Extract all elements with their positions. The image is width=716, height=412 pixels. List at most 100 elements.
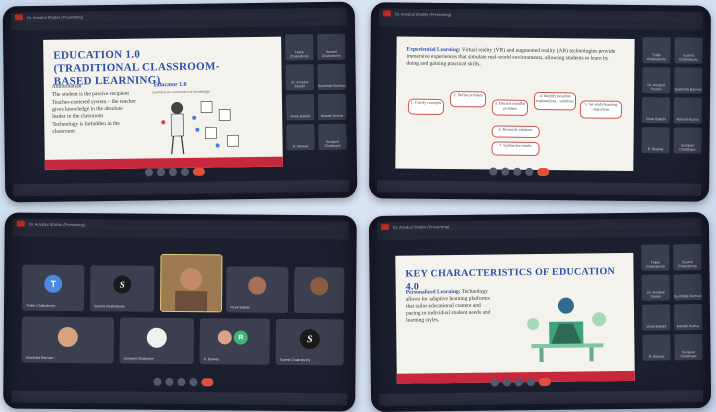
window-title: Dr. Arnabul Shahin (Presenting) bbox=[28, 221, 86, 227]
participant-tile[interactable]: Dr. Arnabul Shahin bbox=[641, 274, 670, 301]
avatar bbox=[57, 326, 78, 348]
bullet-item: The student is the passive recipient bbox=[51, 90, 130, 98]
share-button[interactable] bbox=[168, 168, 178, 177]
app-icon bbox=[380, 223, 389, 230]
participant-name: Surajeet Chatterjee bbox=[680, 350, 697, 359]
share-button[interactable] bbox=[513, 167, 522, 176]
diagram-label: Educator 1.0 bbox=[153, 81, 187, 89]
participant-tile[interactable]: Surajeet Chatterjee bbox=[673, 127, 702, 154]
more-button[interactable] bbox=[525, 167, 534, 176]
participant-name: R. Biswas bbox=[647, 147, 664, 152]
participant-tile[interactable]: Vivek Bakshi bbox=[285, 94, 315, 121]
participant-tile[interactable]: Vivek Bakshi bbox=[641, 97, 671, 124]
avatar: S bbox=[113, 275, 132, 294]
participant-name: Tinkle Chakraborty bbox=[289, 50, 309, 59]
participant-name: Sushmita Barman bbox=[25, 355, 54, 360]
slide: EDUCATION 1.0 (TRADITIONAL CLASSROOM-BAS… bbox=[43, 36, 283, 170]
video-tile[interactable]: T Tinkle Chakraborty bbox=[22, 264, 85, 312]
participant-tile[interactable]: Dr. Arnabul Shahin bbox=[642, 67, 671, 94]
slide: Experiential Learning: Virtual reality (… bbox=[395, 36, 635, 171]
participant-column: Tinkle Chakraborty Susmit Chakraborty Dr… bbox=[371, 2, 711, 154]
participant-tile[interactable]: Sushmita Barman bbox=[317, 63, 346, 91]
participant-tile[interactable]: Manish Kumar bbox=[673, 304, 703, 331]
window-title: Dr. Arnabul Shahin (Presenting) bbox=[392, 223, 450, 230]
participant-tile[interactable]: Vivek Bakshi bbox=[641, 304, 671, 331]
participant-tile[interactable]: R. Biswas bbox=[286, 124, 315, 151]
video-tile[interactable]: Surajeet Chatterjee bbox=[119, 317, 194, 365]
participant-tile[interactable]: R. Biswas bbox=[641, 127, 670, 154]
participant-tile[interactable]: Susmit Chakraborty bbox=[673, 244, 702, 271]
participant-tile[interactable]: Tinkle Chakraborty bbox=[285, 34, 314, 61]
avatar bbox=[310, 277, 329, 296]
video-tile[interactable]: Sushmita Barman bbox=[21, 316, 114, 364]
participant-tile[interactable]: Susmit Chakraborty bbox=[674, 37, 703, 64]
mic-button[interactable] bbox=[490, 378, 499, 387]
bullet-paragraph: Personalized Learning: Technology allows… bbox=[406, 289, 494, 325]
video-tile-active-speaker[interactable] bbox=[160, 253, 223, 313]
slide: KEY CHARACTERISTICS OF EDUCATION 4.0 Per… bbox=[395, 252, 635, 384]
app-icon bbox=[382, 10, 391, 17]
participant-tile[interactable]: Sushmita Barman bbox=[673, 274, 702, 301]
hangup-button[interactable] bbox=[537, 167, 550, 177]
share-button[interactable] bbox=[514, 378, 523, 387]
participant-name: Susmit Chakraborty bbox=[94, 304, 125, 309]
more-button[interactable] bbox=[189, 378, 198, 387]
participant-name: Sushmita Barman bbox=[674, 87, 703, 92]
participant-tile[interactable]: Surajeet Chatterjee bbox=[674, 334, 703, 361]
participant-tile[interactable]: Dr. Arnabul Shahin bbox=[285, 64, 314, 91]
participant-name: Surajeet Chatterjee bbox=[123, 356, 154, 361]
more-button[interactable] bbox=[180, 167, 190, 176]
mic-button[interactable] bbox=[489, 167, 498, 176]
participant-tile[interactable]: Surajeet Chatterjee bbox=[318, 123, 347, 151]
participant-name: R. Biswas bbox=[292, 144, 309, 149]
photo-panel-1: Dr. Arnabul Shahin (Presenting) EDUCATIO… bbox=[2, 1, 358, 203]
participant-tile[interactable]: Tinkle Chakraborty bbox=[642, 37, 671, 64]
participant-tile[interactable]: Sushmita Barman bbox=[674, 67, 703, 94]
participant-tile[interactable]: Susmit Chakraborty bbox=[317, 33, 346, 61]
flow-step: 1. Clarify concepts bbox=[407, 98, 445, 115]
hangup-button[interactable] bbox=[538, 377, 551, 387]
camera-button[interactable] bbox=[502, 378, 511, 387]
camera-button[interactable] bbox=[156, 168, 166, 177]
flow-step: 7. Synthesize results bbox=[491, 141, 540, 156]
student-laptop-illustration bbox=[527, 297, 607, 363]
hangup-button[interactable] bbox=[201, 378, 214, 387]
video-tile[interactable]: S Susmit Chakraborty bbox=[90, 265, 155, 312]
participant-name: Dr. Arnabul Shahin bbox=[647, 83, 665, 92]
diagram-sublabel: Learners as consumers of knowledge bbox=[151, 89, 211, 95]
participant-tile[interactable]: R. Biswas bbox=[642, 334, 671, 361]
hangup-button[interactable] bbox=[192, 167, 206, 176]
taskbar bbox=[377, 180, 702, 196]
participant-column: Tinkle Chakraborty Susmit Chakraborty Dr… bbox=[3, 2, 355, 151]
mic-button[interactable] bbox=[153, 377, 162, 386]
call-controls bbox=[153, 377, 214, 389]
app-icon bbox=[16, 220, 25, 227]
video-tile[interactable] bbox=[293, 266, 345, 314]
avatar: R bbox=[233, 330, 248, 345]
photo-panel-3: Dr. Arnabul Shahin (Presenting) T Tinkle… bbox=[3, 212, 357, 412]
participant-name: Sushmita Barman bbox=[317, 83, 346, 89]
video-tile[interactable]: R R. Biswas bbox=[199, 318, 270, 365]
bullet-item: Authoritarian bbox=[51, 83, 82, 90]
participant-name: Surajeet Chatterjee bbox=[679, 143, 696, 152]
participant-name: Manish Kumar bbox=[676, 117, 700, 122]
more-button[interactable] bbox=[526, 378, 535, 387]
video-tile[interactable]: Vivek Bakshi bbox=[225, 266, 289, 313]
participant-tile[interactable]: Manish Kumar bbox=[317, 93, 347, 121]
participant-name: Vivek Bakshi bbox=[230, 305, 251, 310]
share-button[interactable] bbox=[177, 377, 186, 387]
participant-name: R. Biswas bbox=[648, 354, 665, 359]
photo-panel-2: Dr. Arnabul Shahin (Presenting) Experien… bbox=[368, 2, 712, 202]
participant-tile[interactable]: Tinkle Chakraborty bbox=[641, 244, 670, 271]
participant-tile[interactable]: Manish Kumar bbox=[673, 97, 703, 124]
call-controls bbox=[144, 167, 206, 179]
participant-name: Vivek Bakshi bbox=[645, 117, 666, 122]
participant-column: Tinkle Chakraborty Susmit Chakraborty Dr… bbox=[369, 212, 709, 361]
camera-button[interactable] bbox=[501, 167, 510, 176]
mic-button[interactable] bbox=[144, 168, 154, 177]
participant-name: Susmit Chakraborty bbox=[279, 357, 311, 363]
camera-button[interactable] bbox=[165, 377, 174, 386]
video-tile[interactable]: S Susmit Chakraborty bbox=[275, 318, 344, 366]
video-grid: T Tinkle Chakraborty S Susmit Chakrabort… bbox=[5, 212, 357, 366]
photo-panel-4: Dr. Arnabul Shahin (Presenting) KEY CHAR… bbox=[368, 211, 712, 412]
